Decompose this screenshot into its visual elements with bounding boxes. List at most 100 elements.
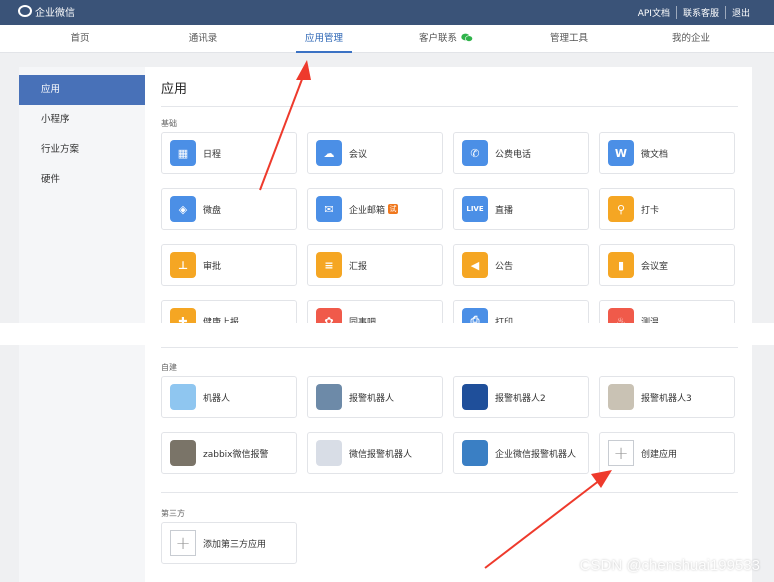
health-icon: ✚ — [170, 308, 196, 323]
trial-badge: 试 — [388, 204, 399, 214]
main-nav: 首页 通讯录 应用管理 客户联系 管理工具 我的企业 — [0, 25, 774, 53]
nav-contacts[interactable]: 通讯录 — [175, 25, 231, 53]
app-name: 微文档 — [641, 149, 669, 160]
stamp-icon: ⊥ — [170, 252, 196, 278]
koala-thumb-icon — [170, 440, 196, 466]
app-card[interactable]: + 创建应用 — [599, 432, 735, 474]
mail-icon: ✉ — [316, 196, 342, 222]
app-card[interactable]: zabbix微信报警 — [161, 432, 297, 474]
section-divider — [161, 347, 738, 348]
colleague-icon: ✿ — [316, 308, 342, 323]
app-card[interactable]: ⊥ 审批 — [161, 244, 297, 286]
sidebar-item-apps[interactable]: 应用 — [19, 75, 145, 105]
app-name: 微盘 — [203, 205, 222, 216]
app-card[interactable]: ⚲ 打卡 — [599, 188, 735, 230]
wework-logo[interactable]: 企业微信 — [18, 4, 75, 19]
section-third-party-label: 第三方 — [161, 509, 185, 518]
app-name: 审批 — [203, 261, 222, 272]
app-card[interactable]: ≡ 汇报 — [307, 244, 443, 286]
watermark: CSDN @chenshuai199533 — [579, 557, 760, 574]
app-card[interactable]: 报警机器人2 — [453, 376, 589, 418]
app-name: 报警机器人3 — [641, 393, 692, 404]
app-name: 公费电话 — [495, 149, 532, 160]
app-card[interactable]: ✆ 公费电话 — [453, 132, 589, 174]
api-docs-link[interactable]: API文档 — [632, 6, 676, 19]
app-card[interactable]: W 微文档 — [599, 132, 735, 174]
app-name: 日程 — [203, 149, 222, 160]
app-name: 同事吧 — [349, 317, 377, 324]
add-third-party-label: 添加第三方应用 — [203, 539, 267, 550]
section-custom-label: 自建 — [161, 363, 177, 372]
wework-thumb-icon — [462, 440, 488, 466]
screenshot-gap — [0, 323, 774, 345]
nav-my-enterprise[interactable]: 我的企业 — [662, 25, 720, 53]
nav-customer-contact[interactable]: 客户联系 — [412, 25, 480, 53]
app-card[interactable]: ▦ 日程 — [161, 132, 297, 174]
drive-icon: ◈ — [170, 196, 196, 222]
app-name: 打印 — [495, 317, 514, 324]
robot-icon — [170, 384, 196, 410]
app-name: 机器人 — [203, 393, 231, 404]
app-card[interactable]: LIVE 直播 — [453, 188, 589, 230]
header-links: API文档 联系客服 退出 — [632, 6, 756, 19]
app-card[interactable]: 报警机器人 — [307, 376, 443, 418]
cloud-meeting-icon: ☁ — [316, 140, 342, 166]
plus-icon: + — [170, 530, 196, 556]
sidebar-continued — [19, 345, 145, 582]
app-card[interactable]: ♨ 测温 — [599, 300, 735, 323]
sidebar-item-hardware[interactable]: 硬件 — [19, 165, 145, 195]
app-name: 汇报 — [349, 261, 368, 272]
sidebar-item-industry-solutions[interactable]: 行业方案 — [19, 135, 145, 165]
logout-link[interactable]: 退出 — [724, 6, 756, 19]
app-name: 会议 — [349, 149, 368, 160]
app-name: 报警机器人2 — [495, 393, 546, 404]
app-name: 健康上报 — [203, 317, 240, 324]
doc-w-icon: W — [608, 140, 634, 166]
nav-management-tools[interactable]: 管理工具 — [540, 25, 598, 53]
section-divider — [161, 492, 738, 493]
wework-logo-icon — [18, 5, 32, 17]
landscape-thumb-icon — [316, 384, 342, 410]
app-card[interactable]: 微信报警机器人 — [307, 432, 443, 474]
app-card[interactable]: 企业微信报警机器人 — [453, 432, 589, 474]
app-card[interactable]: ✿ 同事吧 — [307, 300, 443, 323]
screenshot-thumb-icon — [316, 440, 342, 466]
app-name: 直播 — [495, 205, 514, 216]
meeting-room-icon: ▮ — [608, 252, 634, 278]
add-third-party-app-button[interactable]: + 添加第三方应用 — [161, 522, 297, 564]
app-name: 创建应用 — [641, 449, 678, 460]
app-card[interactable]: ✚ 健康上报 — [161, 300, 297, 323]
logo-text: 企业微信 — [35, 7, 75, 19]
main-panel: 应用 基础 ▦ 日程 ☁ 会议 ✆ 公费电话 W 微文档 ◈ 微盘 ✉ 企业邮箱试 LIVE 直播 ⚲ 打卡 ⊥… — [145, 67, 752, 323]
top-bar: 企业微信 API文档 联系客服 退出 — [0, 0, 774, 25]
app-card[interactable]: ⎙ 打印 — [453, 300, 589, 323]
windows-thumb-icon — [462, 384, 488, 410]
nav-customer-contact-label: 客户联系 — [418, 33, 457, 44]
announcement-icon: ◀ — [462, 252, 488, 278]
app-name: 报警机器人 — [349, 393, 395, 404]
app-name: 微信报警机器人 — [349, 449, 413, 460]
app-card[interactable]: ✉ 企业邮箱试 — [307, 188, 443, 230]
app-card[interactable]: ◀ 公告 — [453, 244, 589, 286]
app-card[interactable]: ☁ 会议 — [307, 132, 443, 174]
sidebar-item-mini-programs[interactable]: 小程序 — [19, 105, 145, 135]
app-card[interactable]: 报警机器人3 — [599, 376, 735, 418]
app-name: 打卡 — [641, 205, 660, 216]
report-icon: ≡ — [316, 252, 342, 278]
title-divider — [161, 106, 738, 107]
print-icon: ⎙ — [462, 308, 488, 323]
app-card[interactable]: 机器人 — [161, 376, 297, 418]
contact-support-link[interactable]: 联系客服 — [675, 6, 725, 19]
app-name: 公告 — [495, 261, 514, 272]
nav-home[interactable]: 首页 — [52, 25, 108, 53]
app-name: zabbix微信报警 — [203, 449, 269, 460]
app-name: 企业邮箱 — [349, 205, 386, 216]
calendar-icon: ▦ — [170, 140, 196, 166]
wechat-icon — [461, 33, 473, 42]
app-card[interactable]: ◈ 微盘 — [161, 188, 297, 230]
nav-app-management[interactable]: 应用管理 — [296, 25, 352, 53]
plus-icon: + — [608, 440, 634, 466]
app-card[interactable]: ▮ 会议室 — [599, 244, 735, 286]
sidebar: 应用 小程序 行业方案 硬件 — [19, 67, 145, 323]
sketch-thumb-icon — [608, 384, 634, 410]
